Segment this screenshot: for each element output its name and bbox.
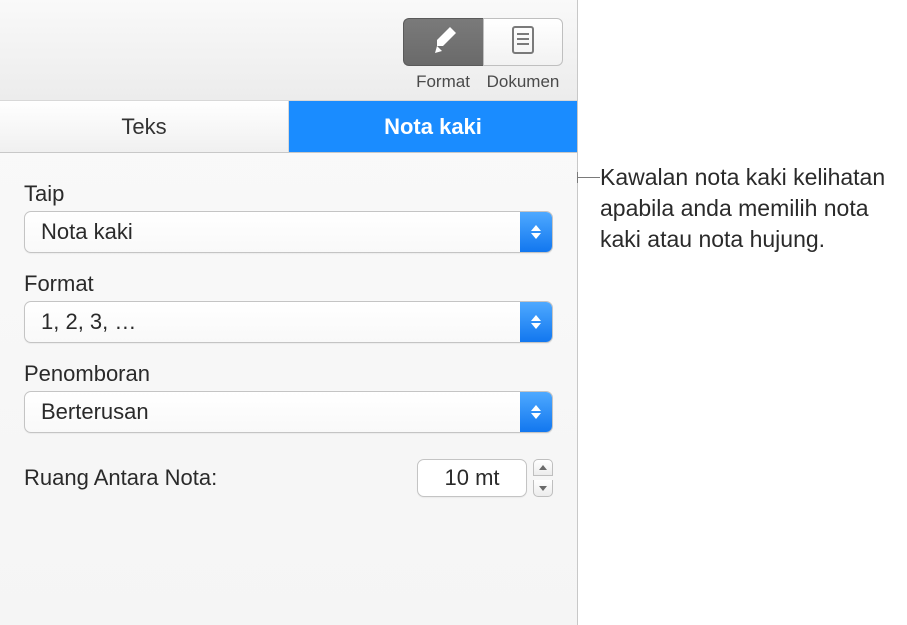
spacing-label: Ruang Antara Nota:	[24, 465, 217, 491]
inspector-content: Taip Nota kaki Format 1, 2, 3, …	[0, 153, 577, 521]
format-select[interactable]: 1, 2, 3, …	[24, 301, 553, 343]
chevron-up-icon	[531, 405, 541, 411]
format-toolbar-button[interactable]: Format	[403, 18, 483, 92]
document-toolbar-button[interactable]: Dokumen	[483, 18, 563, 92]
chevron-down-icon	[531, 413, 541, 419]
spacing-row: Ruang Antara Nota:	[24, 459, 553, 497]
spacing-stepper	[417, 459, 553, 497]
format-select-value: 1, 2, 3, …	[41, 309, 136, 335]
document-icon	[509, 25, 537, 60]
document-label: Dokumen	[487, 72, 560, 92]
callout-line	[578, 177, 600, 178]
chevron-up-icon	[539, 465, 547, 470]
brush-icon	[428, 24, 460, 61]
format-field-group: Format 1, 2, 3, …	[24, 271, 553, 343]
callout-text: Kawalan nota kaki kelihatan apabila anda…	[600, 162, 900, 255]
tab-footnotes-label: Nota kaki	[384, 114, 482, 140]
tab-footnotes[interactable]: Nota kaki	[289, 101, 577, 152]
popup-handle-icon	[520, 392, 552, 432]
format-label: Format	[24, 271, 553, 297]
stepper-buttons	[533, 459, 553, 497]
toolbar: Format Dokumen	[0, 0, 577, 101]
spacing-input[interactable]	[417, 459, 527, 497]
document-icon-box[interactable]	[483, 18, 563, 66]
inspector-tabs: Teks Nota kaki	[0, 101, 577, 153]
popup-handle-icon	[520, 212, 552, 252]
stepper-down-button[interactable]	[533, 480, 553, 497]
chevron-down-icon	[531, 233, 541, 239]
numbering-select-value: Berterusan	[41, 399, 149, 425]
stepper-up-button[interactable]	[533, 459, 553, 476]
inspector-panel: Format Dokumen Teks Nota kaki	[0, 0, 578, 625]
type-select-value: Nota kaki	[41, 219, 133, 245]
tab-text[interactable]: Teks	[0, 101, 289, 152]
chevron-up-icon	[531, 225, 541, 231]
popup-handle-icon	[520, 302, 552, 342]
type-label: Taip	[24, 181, 553, 207]
tab-text-label: Teks	[121, 114, 166, 140]
type-select[interactable]: Nota kaki	[24, 211, 553, 253]
numbering-label: Penomboran	[24, 361, 553, 387]
numbering-select[interactable]: Berterusan	[24, 391, 553, 433]
format-icon-box[interactable]	[403, 18, 483, 66]
toolbar-group: Format Dokumen	[403, 18, 563, 92]
type-field-group: Taip Nota kaki	[24, 181, 553, 253]
chevron-down-icon	[531, 323, 541, 329]
app-container: Format Dokumen Teks Nota kaki	[0, 0, 907, 625]
chevron-up-icon	[531, 315, 541, 321]
chevron-down-icon	[539, 486, 547, 491]
format-label: Format	[416, 72, 470, 92]
numbering-field-group: Penomboran Berterusan	[24, 361, 553, 433]
